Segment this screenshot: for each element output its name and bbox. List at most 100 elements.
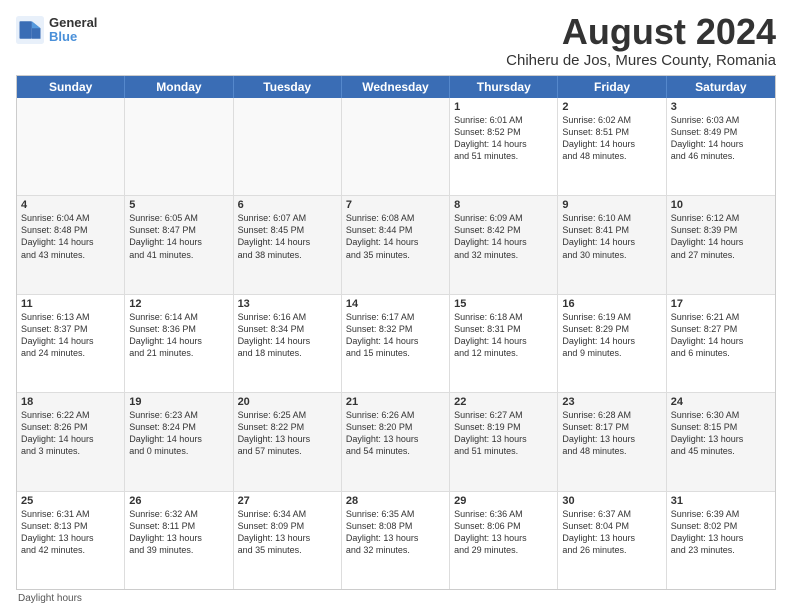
calendar-body: 1Sunrise: 6:01 AMSunset: 8:52 PMDaylight… xyxy=(17,98,775,589)
cal-cell-day-2: 2Sunrise: 6:02 AMSunset: 8:51 PMDaylight… xyxy=(558,98,666,195)
cal-header-wednesday: Wednesday xyxy=(342,76,450,98)
cal-header-saturday: Saturday xyxy=(667,76,775,98)
cal-header-friday: Friday xyxy=(558,76,666,98)
logo-icon xyxy=(16,16,44,44)
day-info: Sunrise: 6:04 AMSunset: 8:48 PMDaylight:… xyxy=(21,212,120,261)
cal-cell-day-15: 15Sunrise: 6:18 AMSunset: 8:31 PMDayligh… xyxy=(450,295,558,392)
cal-header-monday: Monday xyxy=(125,76,233,98)
cal-cell-day-26: 26Sunrise: 6:32 AMSunset: 8:11 PMDayligh… xyxy=(125,492,233,589)
page: General Blue August 2024 Chiheru de Jos,… xyxy=(0,0,792,612)
cal-cell-day-8: 8Sunrise: 6:09 AMSunset: 8:42 PMDaylight… xyxy=(450,196,558,293)
cal-cell-day-16: 16Sunrise: 6:19 AMSunset: 8:29 PMDayligh… xyxy=(558,295,666,392)
cal-cell-day-11: 11Sunrise: 6:13 AMSunset: 8:37 PMDayligh… xyxy=(17,295,125,392)
cal-week-1: 1Sunrise: 6:01 AMSunset: 8:52 PMDaylight… xyxy=(17,98,775,196)
day-info: Sunrise: 6:26 AMSunset: 8:20 PMDaylight:… xyxy=(346,409,445,458)
calendar-header-row: SundayMondayTuesdayWednesdayThursdayFrid… xyxy=(17,76,775,98)
day-info: Sunrise: 6:30 AMSunset: 8:15 PMDaylight:… xyxy=(671,409,771,458)
day-number: 15 xyxy=(454,298,553,310)
day-info: Sunrise: 6:32 AMSunset: 8:11 PMDaylight:… xyxy=(129,508,228,557)
day-info: Sunrise: 6:35 AMSunset: 8:08 PMDaylight:… xyxy=(346,508,445,557)
day-info: Sunrise: 6:39 AMSunset: 8:02 PMDaylight:… xyxy=(671,508,771,557)
day-info: Sunrise: 6:03 AMSunset: 8:49 PMDaylight:… xyxy=(671,114,771,163)
day-info: Sunrise: 6:31 AMSunset: 8:13 PMDaylight:… xyxy=(21,508,120,557)
logo-line2: Blue xyxy=(49,30,97,44)
cal-cell-day-6: 6Sunrise: 6:07 AMSunset: 8:45 PMDaylight… xyxy=(234,196,342,293)
day-info: Sunrise: 6:28 AMSunset: 8:17 PMDaylight:… xyxy=(562,409,661,458)
day-info: Sunrise: 6:01 AMSunset: 8:52 PMDaylight:… xyxy=(454,114,553,163)
day-number: 30 xyxy=(562,495,661,507)
cal-cell-empty xyxy=(17,98,125,195)
cal-cell-day-25: 25Sunrise: 6:31 AMSunset: 8:13 PMDayligh… xyxy=(17,492,125,589)
day-number: 12 xyxy=(129,298,228,310)
day-info: Sunrise: 6:23 AMSunset: 8:24 PMDaylight:… xyxy=(129,409,228,458)
day-number: 2 xyxy=(562,101,661,113)
day-info: Sunrise: 6:10 AMSunset: 8:41 PMDaylight:… xyxy=(562,212,661,261)
cal-cell-day-20: 20Sunrise: 6:25 AMSunset: 8:22 PMDayligh… xyxy=(234,393,342,490)
cal-cell-day-1: 1Sunrise: 6:01 AMSunset: 8:52 PMDaylight… xyxy=(450,98,558,195)
cal-cell-day-30: 30Sunrise: 6:37 AMSunset: 8:04 PMDayligh… xyxy=(558,492,666,589)
cal-week-4: 18Sunrise: 6:22 AMSunset: 8:26 PMDayligh… xyxy=(17,393,775,491)
day-info: Sunrise: 6:37 AMSunset: 8:04 PMDaylight:… xyxy=(562,508,661,557)
cal-cell-empty xyxy=(234,98,342,195)
day-number: 26 xyxy=(129,495,228,507)
day-number: 21 xyxy=(346,396,445,408)
logo-line1: General xyxy=(49,16,97,30)
cal-week-3: 11Sunrise: 6:13 AMSunset: 8:37 PMDayligh… xyxy=(17,295,775,393)
cal-cell-day-24: 24Sunrise: 6:30 AMSunset: 8:15 PMDayligh… xyxy=(667,393,775,490)
cal-cell-day-3: 3Sunrise: 6:03 AMSunset: 8:49 PMDaylight… xyxy=(667,98,775,195)
cal-cell-day-18: 18Sunrise: 6:22 AMSunset: 8:26 PMDayligh… xyxy=(17,393,125,490)
cal-week-5: 25Sunrise: 6:31 AMSunset: 8:13 PMDayligh… xyxy=(17,492,775,589)
day-number: 19 xyxy=(129,396,228,408)
day-number: 5 xyxy=(129,199,228,211)
main-title: August 2024 xyxy=(506,12,776,52)
day-number: 11 xyxy=(21,298,120,310)
cal-cell-day-31: 31Sunrise: 6:39 AMSunset: 8:02 PMDayligh… xyxy=(667,492,775,589)
cal-header-thursday: Thursday xyxy=(450,76,558,98)
day-number: 17 xyxy=(671,298,771,310)
logo: General Blue xyxy=(16,16,97,45)
cal-header-sunday: Sunday xyxy=(17,76,125,98)
logo-text: General Blue xyxy=(49,16,97,45)
cal-cell-empty xyxy=(342,98,450,195)
day-info: Sunrise: 6:22 AMSunset: 8:26 PMDaylight:… xyxy=(21,409,120,458)
day-number: 1 xyxy=(454,101,553,113)
day-number: 20 xyxy=(238,396,337,408)
footer-note: Daylight hours xyxy=(16,590,776,604)
day-number: 18 xyxy=(21,396,120,408)
day-info: Sunrise: 6:19 AMSunset: 8:29 PMDaylight:… xyxy=(562,311,661,360)
day-info: Sunrise: 6:21 AMSunset: 8:27 PMDaylight:… xyxy=(671,311,771,360)
cal-cell-day-7: 7Sunrise: 6:08 AMSunset: 8:44 PMDaylight… xyxy=(342,196,450,293)
day-info: Sunrise: 6:17 AMSunset: 8:32 PMDaylight:… xyxy=(346,311,445,360)
day-info: Sunrise: 6:07 AMSunset: 8:45 PMDaylight:… xyxy=(238,212,337,261)
title-section: August 2024 Chiheru de Jos, Mures County… xyxy=(506,12,776,69)
day-info: Sunrise: 6:27 AMSunset: 8:19 PMDaylight:… xyxy=(454,409,553,458)
day-number: 24 xyxy=(671,396,771,408)
cal-cell-day-10: 10Sunrise: 6:12 AMSunset: 8:39 PMDayligh… xyxy=(667,196,775,293)
day-number: 23 xyxy=(562,396,661,408)
day-number: 14 xyxy=(346,298,445,310)
calendar: SundayMondayTuesdayWednesdayThursdayFrid… xyxy=(16,75,776,590)
day-number: 7 xyxy=(346,199,445,211)
day-number: 16 xyxy=(562,298,661,310)
cal-cell-day-9: 9Sunrise: 6:10 AMSunset: 8:41 PMDaylight… xyxy=(558,196,666,293)
cal-cell-day-5: 5Sunrise: 6:05 AMSunset: 8:47 PMDaylight… xyxy=(125,196,233,293)
day-info: Sunrise: 6:18 AMSunset: 8:31 PMDaylight:… xyxy=(454,311,553,360)
cal-cell-day-14: 14Sunrise: 6:17 AMSunset: 8:32 PMDayligh… xyxy=(342,295,450,392)
day-info: Sunrise: 6:16 AMSunset: 8:34 PMDaylight:… xyxy=(238,311,337,360)
cal-cell-day-27: 27Sunrise: 6:34 AMSunset: 8:09 PMDayligh… xyxy=(234,492,342,589)
day-info: Sunrise: 6:12 AMSunset: 8:39 PMDaylight:… xyxy=(671,212,771,261)
day-number: 8 xyxy=(454,199,553,211)
day-info: Sunrise: 6:02 AMSunset: 8:51 PMDaylight:… xyxy=(562,114,661,163)
day-number: 25 xyxy=(21,495,120,507)
header: General Blue August 2024 Chiheru de Jos,… xyxy=(16,12,776,69)
day-number: 13 xyxy=(238,298,337,310)
day-number: 31 xyxy=(671,495,771,507)
day-info: Sunrise: 6:14 AMSunset: 8:36 PMDaylight:… xyxy=(129,311,228,360)
cal-cell-day-23: 23Sunrise: 6:28 AMSunset: 8:17 PMDayligh… xyxy=(558,393,666,490)
cal-cell-day-17: 17Sunrise: 6:21 AMSunset: 8:27 PMDayligh… xyxy=(667,295,775,392)
cal-header-tuesday: Tuesday xyxy=(234,76,342,98)
cal-cell-day-29: 29Sunrise: 6:36 AMSunset: 8:06 PMDayligh… xyxy=(450,492,558,589)
day-number: 28 xyxy=(346,495,445,507)
day-number: 4 xyxy=(21,199,120,211)
cal-cell-day-12: 12Sunrise: 6:14 AMSunset: 8:36 PMDayligh… xyxy=(125,295,233,392)
